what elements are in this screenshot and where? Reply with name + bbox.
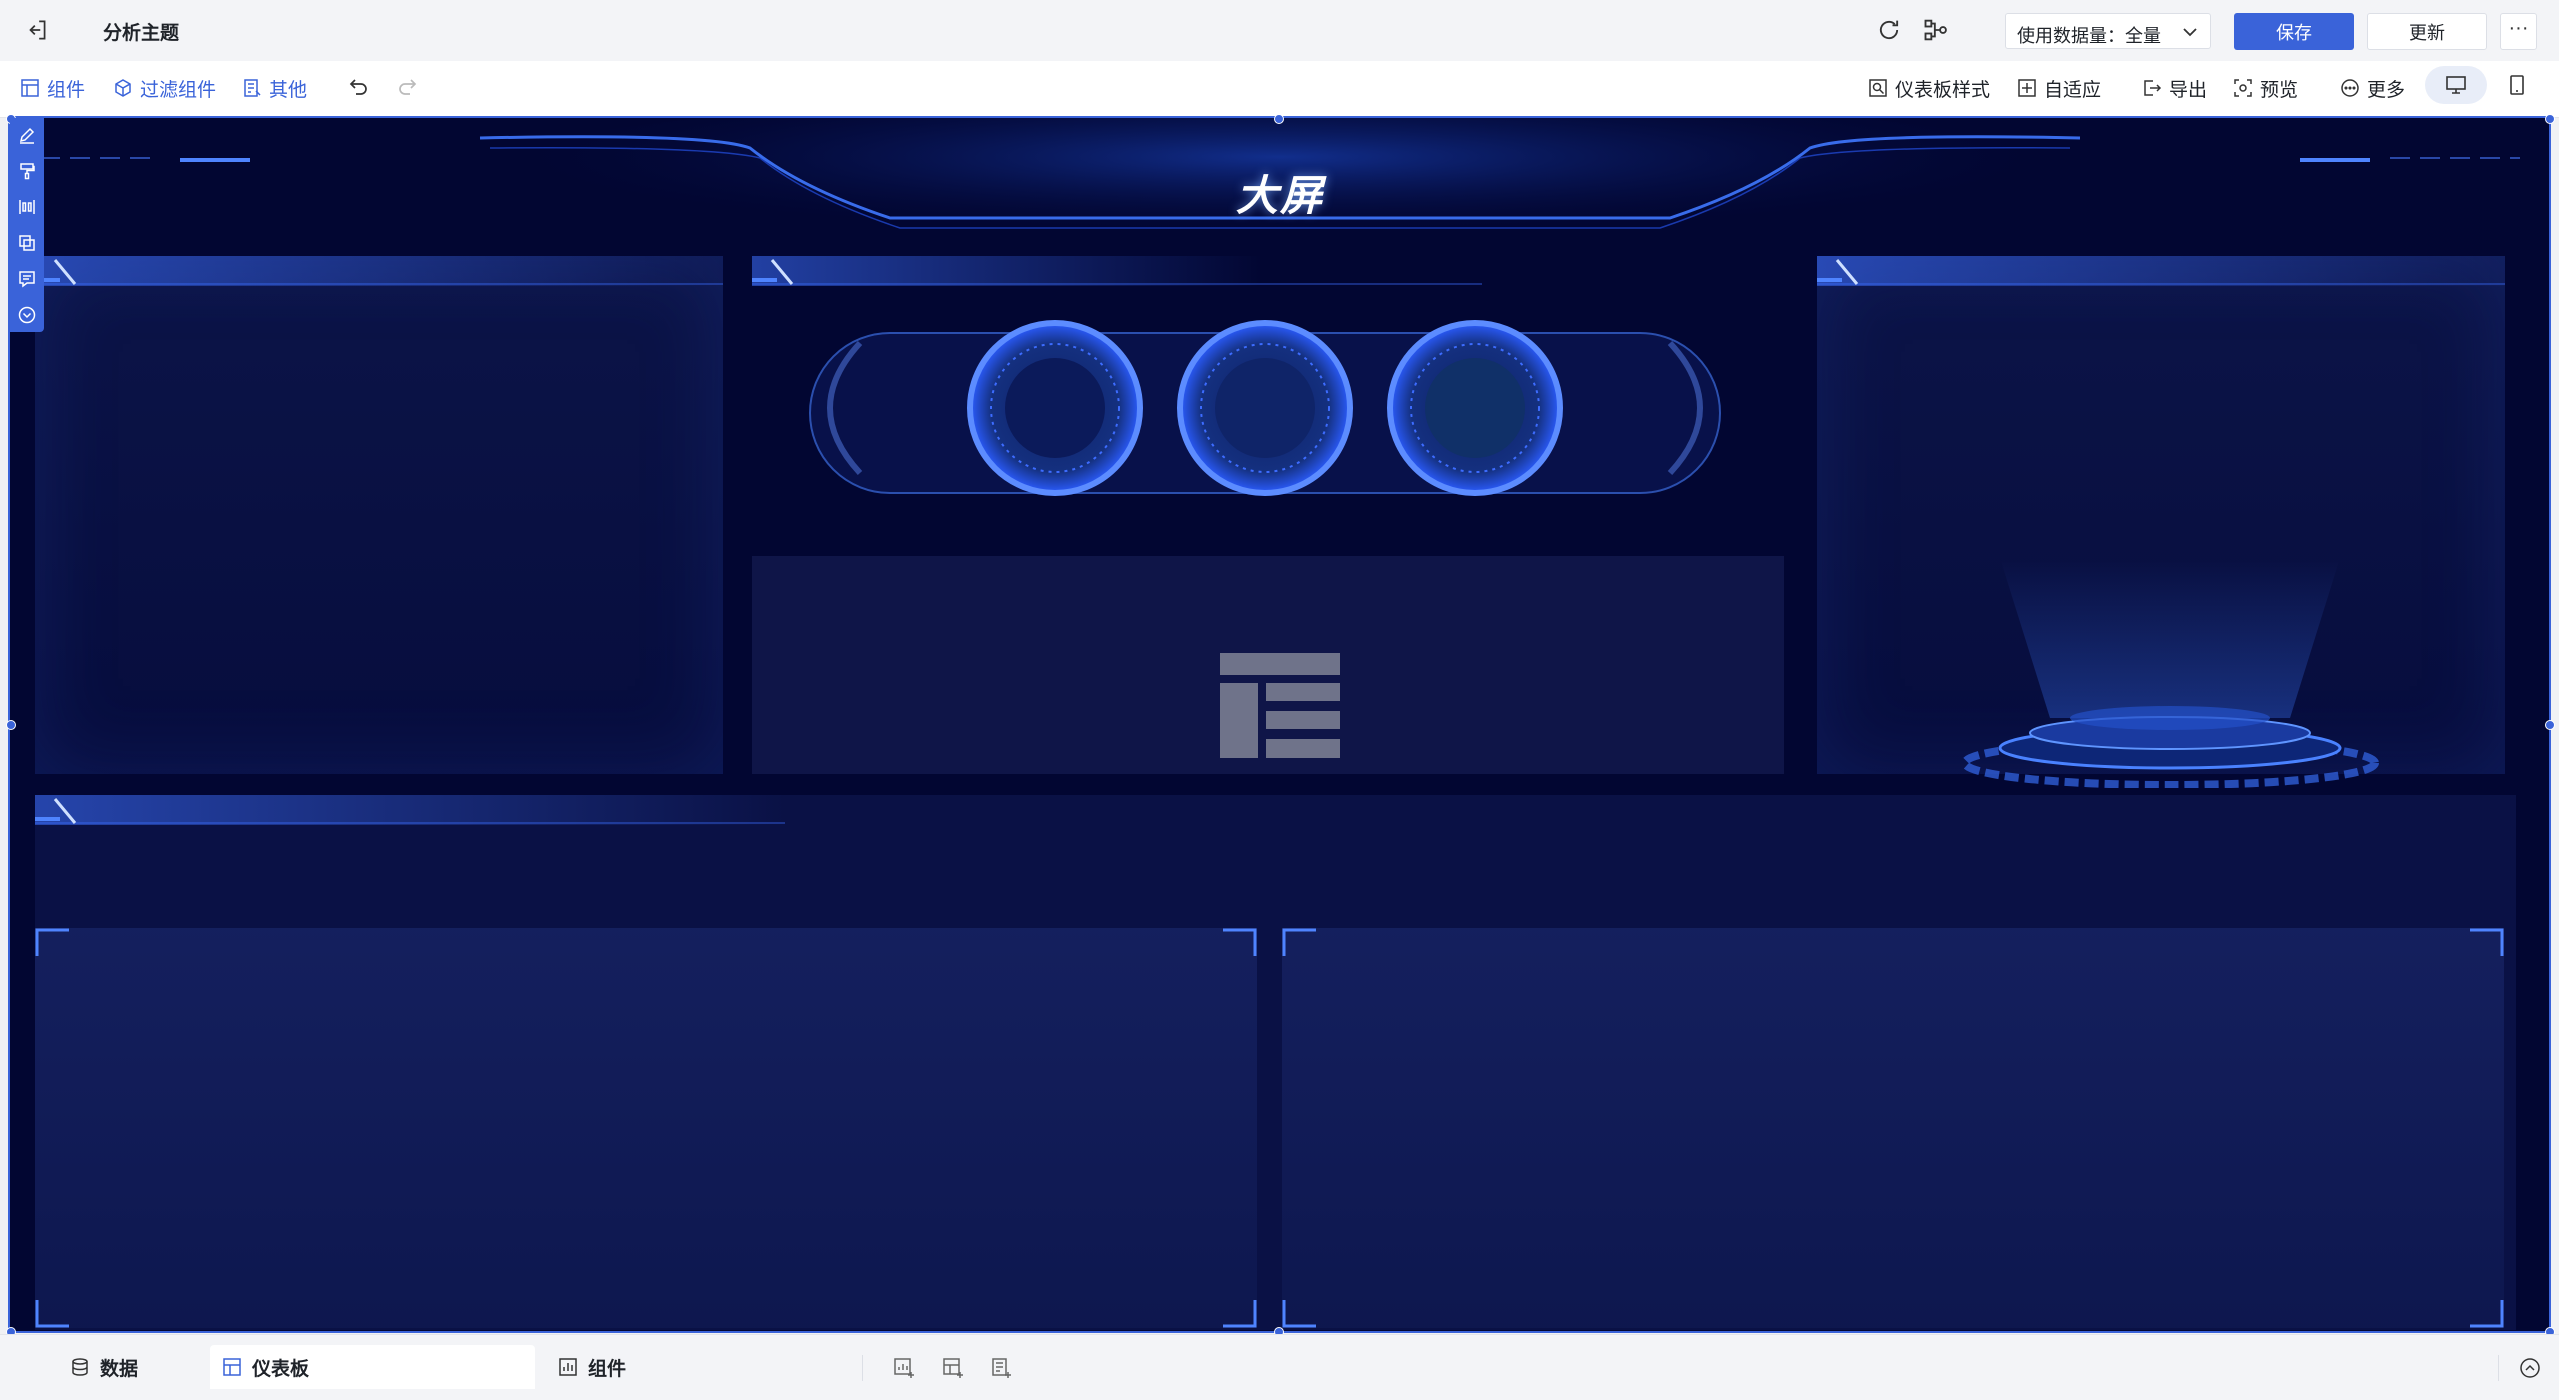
panel-title-strip [1817,256,2505,286]
mobile-view-icon[interactable] [2508,74,2526,96]
toolbar-preview-label: 预览 [2260,79,2299,101]
hologram-podium-decoration [1961,558,2379,788]
tab-component[interactable]: 组件 [548,1345,636,1389]
more-options-button[interactable]: ··· [2500,13,2537,50]
frame-corner [1223,1300,1257,1328]
dashboard-icon [223,1358,241,1376]
gauge-3 [1387,320,1563,496]
edit-icon[interactable] [18,126,36,144]
database-icon [72,1358,88,1376]
gauge-2 [1177,320,1353,496]
toolbar-preview[interactable]: 预览 [2233,73,2298,103]
resize-handle[interactable] [1274,114,1284,124]
data-volume-select[interactable]: 使用数据量：全量 [2005,13,2211,49]
component-side-toolbar [10,118,44,332]
tab-data-label: 数据 [100,1358,139,1380]
comment-icon[interactable] [18,270,36,288]
refresh-icon[interactable] [1875,16,1903,44]
toolbar-component[interactable]: 组件 [20,73,85,103]
add-report-icon[interactable] [990,1357,1012,1379]
top-bar: 分析主题 使用数据量：全量 保存 更新 ··· [0,0,2559,62]
toolbar-component-label: 组件 [47,79,86,101]
filter-icon [115,79,131,97]
add-chart-icon[interactable] [893,1357,915,1379]
panel-title-strip [35,795,785,825]
undo-icon[interactable] [347,75,371,99]
desktop-icon [2446,76,2466,94]
align-icon[interactable] [18,198,36,216]
toolbar-dashboard-style-label: 仪表板样式 [1895,79,1991,101]
dashboard-canvas[interactable]: 大屏 [8,116,2551,1333]
toolbar-dashboard-style[interactable]: 仪表板样式 [1868,73,1990,103]
frame-bottom-right[interactable] [1282,928,2504,1328]
screen-title: 大屏 [1235,172,1324,219]
tab-divider [2498,1355,2499,1381]
tab-component-label: 组件 [588,1358,627,1380]
frame-corner [2470,928,2504,956]
style-icon [1869,79,1887,97]
tab-dashboard[interactable]: 仪表板 [210,1345,535,1389]
frame-corner [35,928,69,956]
toolbar-other[interactable]: 其他 [242,73,307,103]
adaptive-icon [2018,79,2036,97]
gauge-1 [967,320,1143,496]
bottom-tab-bar: 数据 仪表板 组件 [0,1334,2559,1400]
toolbar-export[interactable]: 导出 [2142,73,2207,103]
toolbar: 组件 过滤组件 其他 仪表板样式 自适应 导出 预览 更多 [0,61,2559,118]
chevron-down-icon [2183,28,2197,37]
toolbar-adaptive[interactable]: 自适应 [2017,73,2101,103]
update-button[interactable]: 更新 [2367,13,2487,50]
collapse-up-icon[interactable] [2519,1357,2541,1379]
toolbar-filter-label: 过滤组件 [140,79,217,101]
page-title: 分析主题 [103,23,180,44]
toolbar-more-label: 更多 [2367,79,2406,101]
copy-icon[interactable] [18,234,36,252]
resize-handle[interactable] [6,720,16,730]
panel-top-left[interactable] [35,256,723,774]
more-circle-icon [2341,79,2359,97]
relation-icon[interactable] [1922,16,1950,44]
frame-corner [1223,928,1257,956]
desktop-view-toggle[interactable] [2425,66,2487,104]
tab-divider [862,1355,863,1381]
chart-component-icon [559,1358,577,1376]
add-dashboard-icon[interactable] [942,1357,964,1379]
frame-corner [2470,1300,2504,1328]
component-icon [21,79,39,97]
frame-corner [1282,1300,1316,1328]
gauge-group [809,320,1721,496]
other-icon [244,79,261,97]
toolbar-export-label: 导出 [2169,79,2208,101]
export-icon [2144,80,2162,96]
tab-data[interactable]: 数据 [60,1345,148,1389]
toolbar-adaptive-label: 自适应 [2044,79,2102,101]
frame-corner [1282,928,1316,956]
preview-icon [2234,79,2252,97]
data-volume-label: 使用数据量：全量 [2017,26,2161,46]
save-button[interactable]: 保存 [2234,13,2354,50]
exit-icon[interactable] [24,17,50,43]
panel-title-strip [35,256,723,286]
toolbar-more[interactable]: 更多 [2340,73,2405,103]
frame-bottom-left[interactable] [35,928,1257,1328]
toolbar-filter-component[interactable]: 过滤组件 [113,73,216,103]
panel-title-strip-center [752,256,1482,286]
resize-handle[interactable] [2545,114,2555,124]
resize-handle[interactable] [2545,720,2555,730]
tab-dashboard-label: 仪表板 [252,1358,310,1380]
table-placeholder-icon [1220,653,1340,758]
collapse-down-icon[interactable] [18,306,36,324]
redo-icon[interactable] [395,75,419,99]
frame-corner [35,1300,69,1328]
toolbar-other-label: 其他 [269,79,308,101]
format-painter-icon[interactable] [18,162,36,180]
